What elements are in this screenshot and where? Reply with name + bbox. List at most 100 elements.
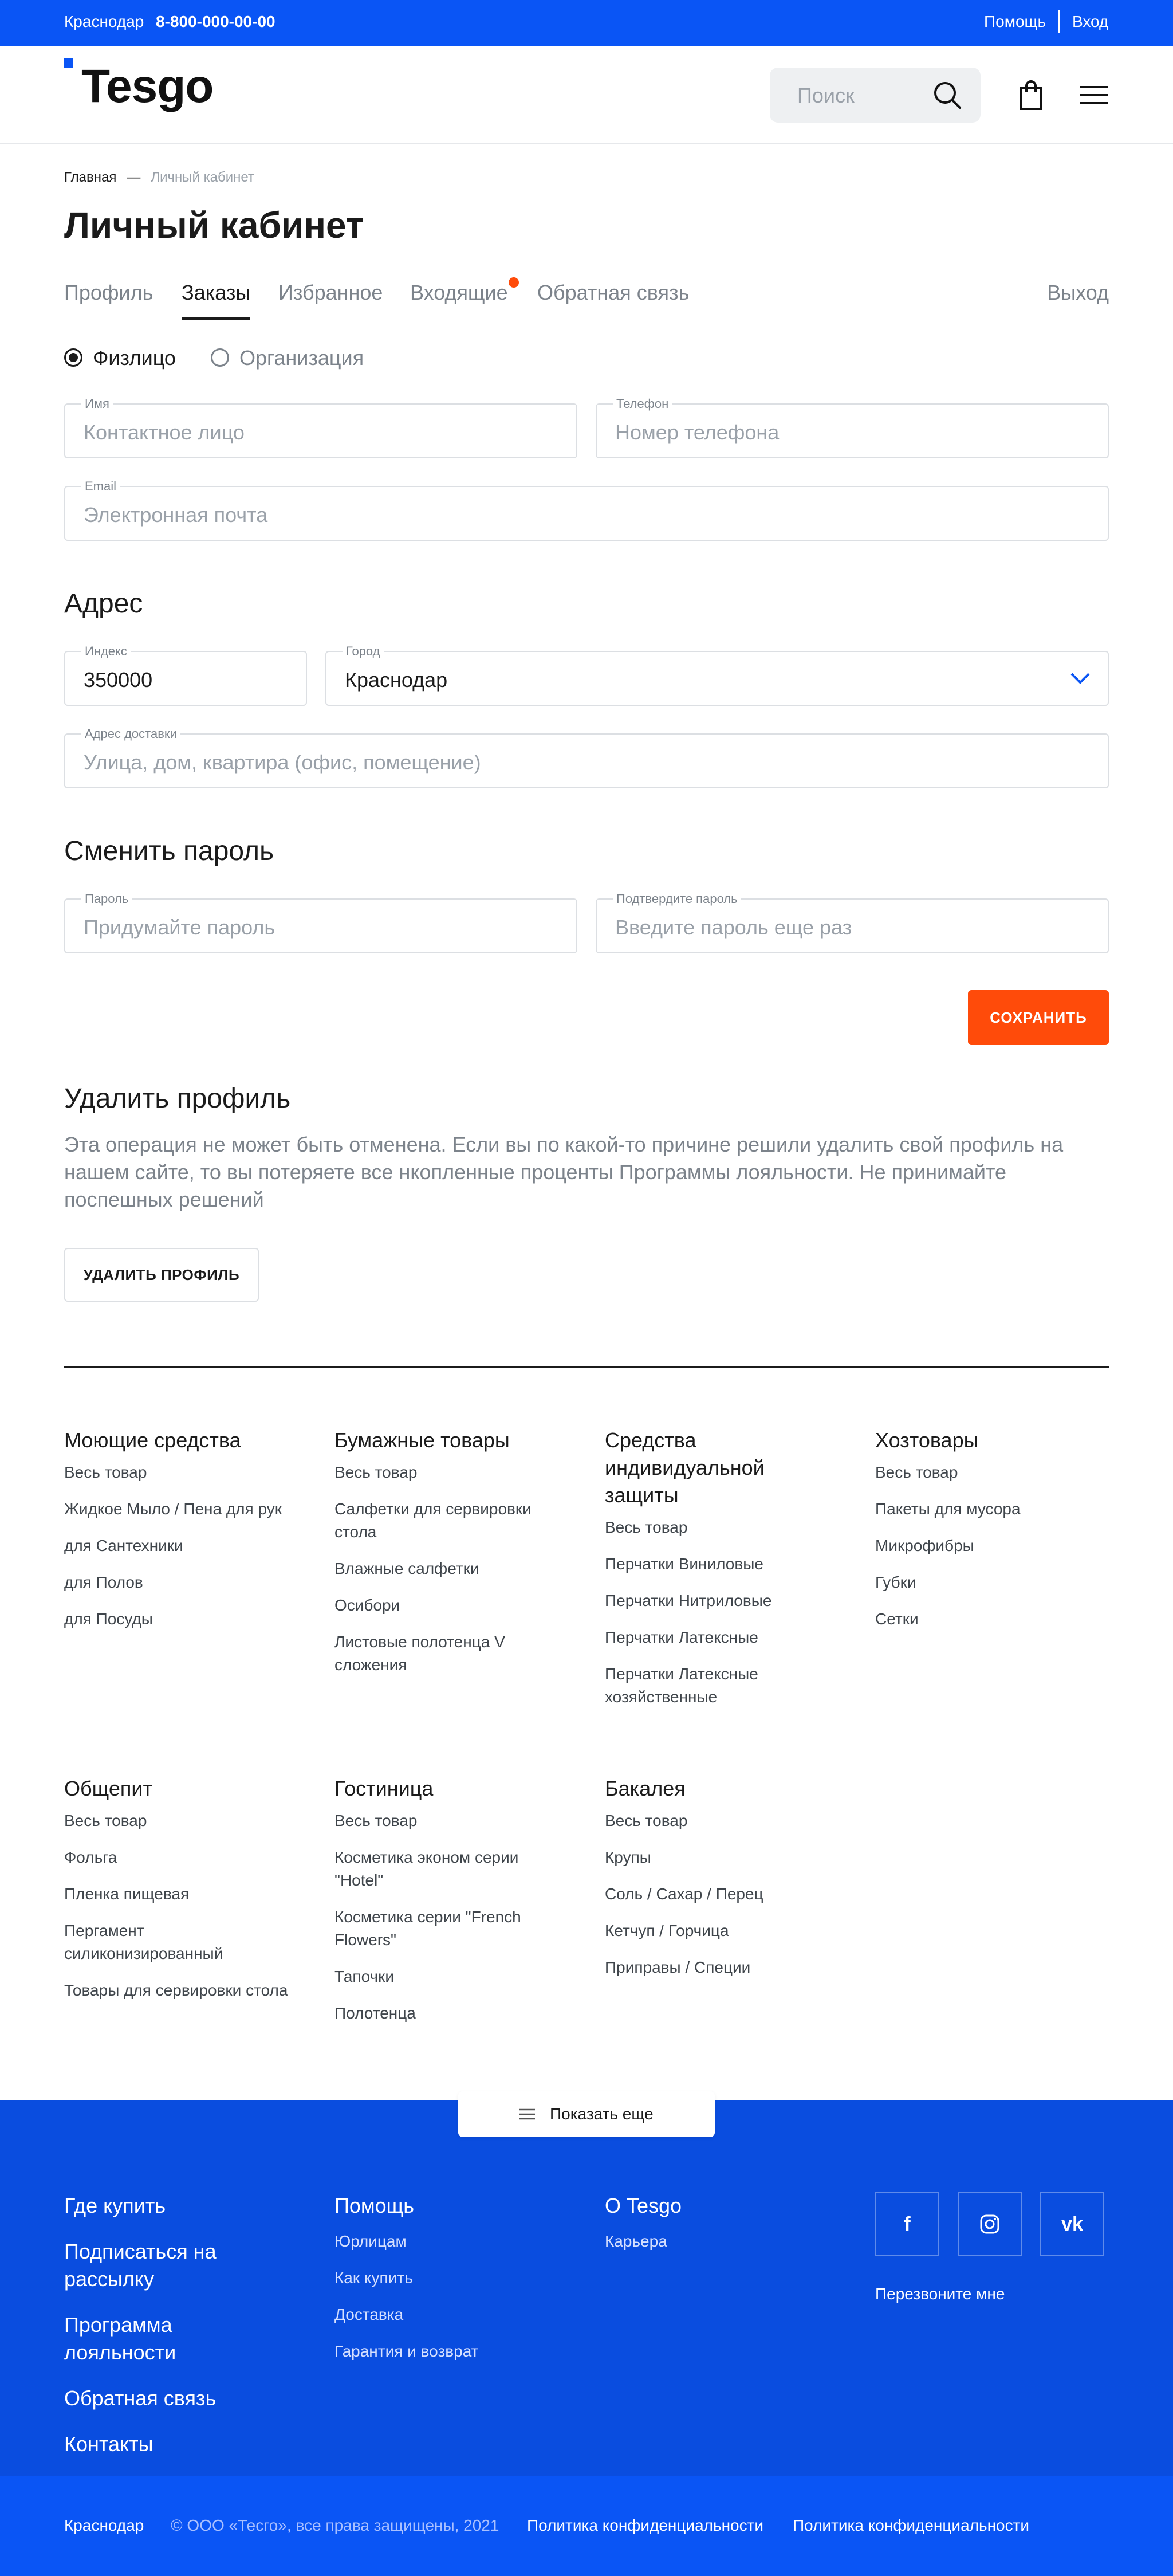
field-label: Email — [81, 479, 120, 494]
save-button[interactable]: СОХРАНИТЬ — [968, 990, 1109, 1045]
logout-link[interactable]: Выход — [1047, 281, 1109, 305]
footer-link[interactable]: Программа лояльности — [64, 2311, 282, 2366]
tab-favorites[interactable]: Избранное — [278, 281, 383, 305]
catalog-link[interactable]: Осибори — [334, 1594, 552, 1617]
footer-link[interactable]: Как купить — [334, 2267, 552, 2290]
catalog-title[interactable]: Хозтовары — [875, 1427, 1104, 1454]
catalog-link[interactable]: Весь товар — [64, 1809, 293, 1832]
catalog-link[interactable]: Фольга — [64, 1846, 293, 1869]
catalog-link[interactable]: Крупы — [605, 1846, 834, 1869]
catalog-link[interactable]: Кетчуп / Горчица — [605, 1919, 834, 1942]
footer-link[interactable]: Юрлицам — [334, 2230, 552, 2253]
bottom-bar: Краснодар © ООО «Тесго», все права защищ… — [0, 2476, 1173, 2576]
bottom-city[interactable]: Краснодар — [64, 2516, 144, 2535]
postal-index-field[interactable]: Индекс 350000 — [64, 644, 307, 706]
confirm-password-field[interactable]: Подтвердите пароль Введите пароль еще ра… — [596, 892, 1109, 953]
city-selector[interactable]: Краснодар — [64, 13, 144, 31]
footer-about-column: О Tesgo Карьера — [605, 2192, 822, 2267]
catalog-title[interactable]: Общепит — [64, 1775, 293, 1803]
footer-link[interactable]: Где купить — [64, 2192, 282, 2220]
delivery-address-field[interactable]: Адрес доставки Улица, дом, квартира (офи… — [64, 727, 1109, 788]
city-select[interactable]: Город Краснодар — [325, 644, 1109, 706]
show-more-label: Показать еще — [550, 2105, 654, 2123]
catalog-link[interactable]: Весь товар — [334, 1809, 541, 1832]
catalog-link[interactable]: Приправы / Специи — [605, 1956, 834, 1979]
catalog-link[interactable]: Весь товар — [605, 1809, 834, 1832]
catalog-link[interactable]: Весь товар — [875, 1461, 1104, 1484]
field-placeholder: Придумайте пароль — [84, 916, 275, 939]
footer-link[interactable]: Подписаться на рассылку — [64, 2238, 247, 2293]
email-field[interactable]: Email Электронная почта — [64, 479, 1109, 541]
radio-label: Физлицо — [93, 346, 176, 370]
catalog-link[interactable]: Весь товар — [605, 1516, 788, 1539]
catalog-link[interactable]: Жидкое Мыло / Пена для рук — [64, 1498, 293, 1521]
search-icon[interactable] — [931, 79, 963, 111]
footer-link[interactable]: Доставка — [334, 2303, 552, 2326]
footer-heading[interactable]: О Tesgo — [605, 2192, 822, 2220]
tab-feedback[interactable]: Обратная связь — [537, 281, 689, 305]
catalog-link[interactable]: Косметика эконом серии "Hotel" — [334, 1846, 541, 1892]
catalog-link[interactable]: Соль / Сахар / Перец — [605, 1883, 834, 1906]
tab-orders[interactable]: Заказы — [182, 281, 251, 320]
show-more-button[interactable]: Показать еще — [458, 2091, 715, 2137]
catalog-title[interactable]: Гостиница — [334, 1775, 541, 1803]
footer-main-links: Где купить Подписаться на рассылку Прогр… — [64, 2192, 282, 2476]
password-field[interactable]: Пароль Придумайте пароль — [64, 892, 577, 953]
logo[interactable]: Tesgo — [81, 60, 214, 113]
catalog-title[interactable]: Бакалея — [605, 1775, 834, 1803]
tab-inbox[interactable]: Входящие — [410, 281, 508, 305]
section-divider — [64, 1366, 1109, 1368]
catalog-link[interactable]: Косметика серии "French Flowers" — [334, 1906, 541, 1951]
catalog-link[interactable]: Сетки — [875, 1608, 1104, 1631]
catalog-link[interactable]: Перчатки Латексные хозяйственные — [605, 1663, 788, 1709]
catalog-link[interactable]: Весь товар — [64, 1461, 293, 1484]
catalog-link[interactable]: Товары для сервировки стола — [64, 1979, 293, 2002]
catalog-link[interactable]: Микрофибры — [875, 1534, 1104, 1557]
delete-profile-button[interactable]: УДАЛИТЬ ПРОФИЛЬ — [64, 1248, 259, 1302]
field-label: Телефон — [613, 396, 672, 411]
login-link[interactable]: Вход — [1072, 13, 1108, 31]
catalog-link[interactable]: Пергамент силиконизированный — [64, 1919, 253, 1965]
catalog-link[interactable]: Влажные салфетки — [334, 1557, 552, 1580]
catalog-link[interactable]: Весь товар — [334, 1461, 552, 1484]
footer-heading[interactable]: Помощь — [334, 2192, 552, 2220]
help-link[interactable]: Помощь — [984, 13, 1046, 31]
password-heading: Сменить пароль — [64, 836, 274, 866]
footer-link[interactable]: Карьера — [605, 2230, 822, 2253]
instagram-icon[interactable] — [958, 2192, 1022, 2256]
catalog-title[interactable]: Бумажные товары — [334, 1427, 552, 1454]
catalog-link[interactable]: Полотенца — [334, 2002, 541, 2025]
catalog-column: Моющие средства Весь товар Жидкое Мыло /… — [64, 1427, 293, 1644]
callback-link[interactable]: Перезвоните мне — [875, 2285, 1005, 2303]
search-input[interactable]: Поиск — [770, 68, 981, 123]
facebook-icon[interactable]: f — [875, 2192, 939, 2256]
catalog-link[interactable]: Губки — [875, 1571, 1104, 1594]
catalog-link[interactable]: Пленка пищевая — [64, 1883, 293, 1906]
catalog-title[interactable]: Моющие средства — [64, 1427, 293, 1454]
breadcrumb-home[interactable]: Главная — [64, 170, 116, 185]
catalog-link[interactable]: Перчатки Нитриловые — [605, 1589, 788, 1612]
footer-link[interactable]: Обратная связь — [64, 2385, 282, 2412]
radio-checked-icon — [64, 348, 82, 367]
cart-icon[interactable] — [1015, 79, 1047, 111]
vk-icon[interactable]: vk — [1040, 2192, 1104, 2256]
privacy-policy-link[interactable]: Политика конфиденциальности — [527, 2516, 763, 2535]
catalog-link[interactable]: для Полов — [64, 1571, 293, 1594]
catalog-title[interactable]: Средства индивидуальной защиты — [605, 1427, 788, 1509]
phone-link[interactable]: 8-800-000-00-00 — [156, 13, 275, 31]
catalog-link[interactable]: Перчатки Латексные — [605, 1626, 788, 1649]
name-field[interactable]: Имя Контактное лицо — [64, 396, 577, 458]
privacy-policy-link[interactable]: Политика конфиденциальности — [793, 2516, 1029, 2535]
catalog-link[interactable]: для Посуды — [64, 1608, 293, 1631]
phone-field[interactable]: Телефон Номер телефона — [596, 396, 1109, 458]
catalog-link[interactable]: Перчатки Виниловые — [605, 1553, 788, 1576]
tab-profile[interactable]: Профиль — [64, 281, 153, 305]
footer-link[interactable]: Гарантия и возврат — [334, 2340, 552, 2363]
catalog-link[interactable]: Салфетки для сервировки стола — [334, 1498, 552, 1544]
catalog-link[interactable]: Пакеты для мусора — [875, 1498, 1104, 1521]
footer-link[interactable]: Контакты — [64, 2430, 282, 2458]
catalog-link[interactable]: Листовые полотенца V сложения — [334, 1631, 552, 1676]
catalog-link[interactable]: Тапочки — [334, 1965, 541, 1988]
catalog-link[interactable]: для Сантехники — [64, 1534, 293, 1557]
menu-icon[interactable] — [1077, 79, 1111, 111]
